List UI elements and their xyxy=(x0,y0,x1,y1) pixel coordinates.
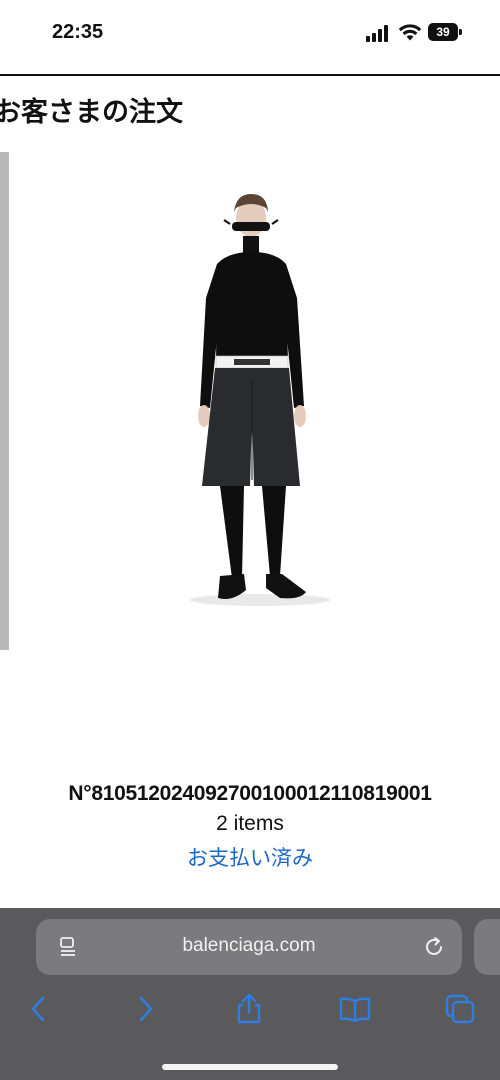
page-title: お客さまの注文 xyxy=(0,97,183,128)
status-time: 22:35 xyxy=(52,21,104,43)
battery-icon: 39 xyxy=(428,23,464,41)
forward-icon[interactable] xyxy=(128,992,162,1026)
wifi-icon xyxy=(398,24,422,41)
bookmarks-icon[interactable] xyxy=(338,992,372,1026)
items-count: 2 items xyxy=(216,812,284,835)
product-image[interactable] xyxy=(120,180,380,620)
reload-icon[interactable] xyxy=(422,935,446,959)
tabs-icon[interactable] xyxy=(443,992,477,1026)
address-bar[interactable]: balenciaga.com xyxy=(36,919,462,975)
payment-status-link[interactable]: お支払い済み xyxy=(0,842,500,872)
share-icon[interactable] xyxy=(232,992,266,1026)
cellular-signal-icon xyxy=(366,24,392,42)
back-icon[interactable] xyxy=(22,992,56,1026)
status-bar: 22:35 39 xyxy=(0,0,500,70)
order-number: N°81051202409270010001211081900​1 xyxy=(68,782,432,805)
browser-toolbar: balenciaga.com xyxy=(0,908,500,1080)
address-domain: balenciaga.com xyxy=(182,935,316,956)
previous-item-edge[interactable] xyxy=(0,152,9,650)
next-tab-preview[interactable] xyxy=(474,919,500,975)
home-indicator[interactable] xyxy=(162,1064,338,1070)
battery-level: 39 xyxy=(436,25,450,39)
header-divider xyxy=(0,74,500,76)
